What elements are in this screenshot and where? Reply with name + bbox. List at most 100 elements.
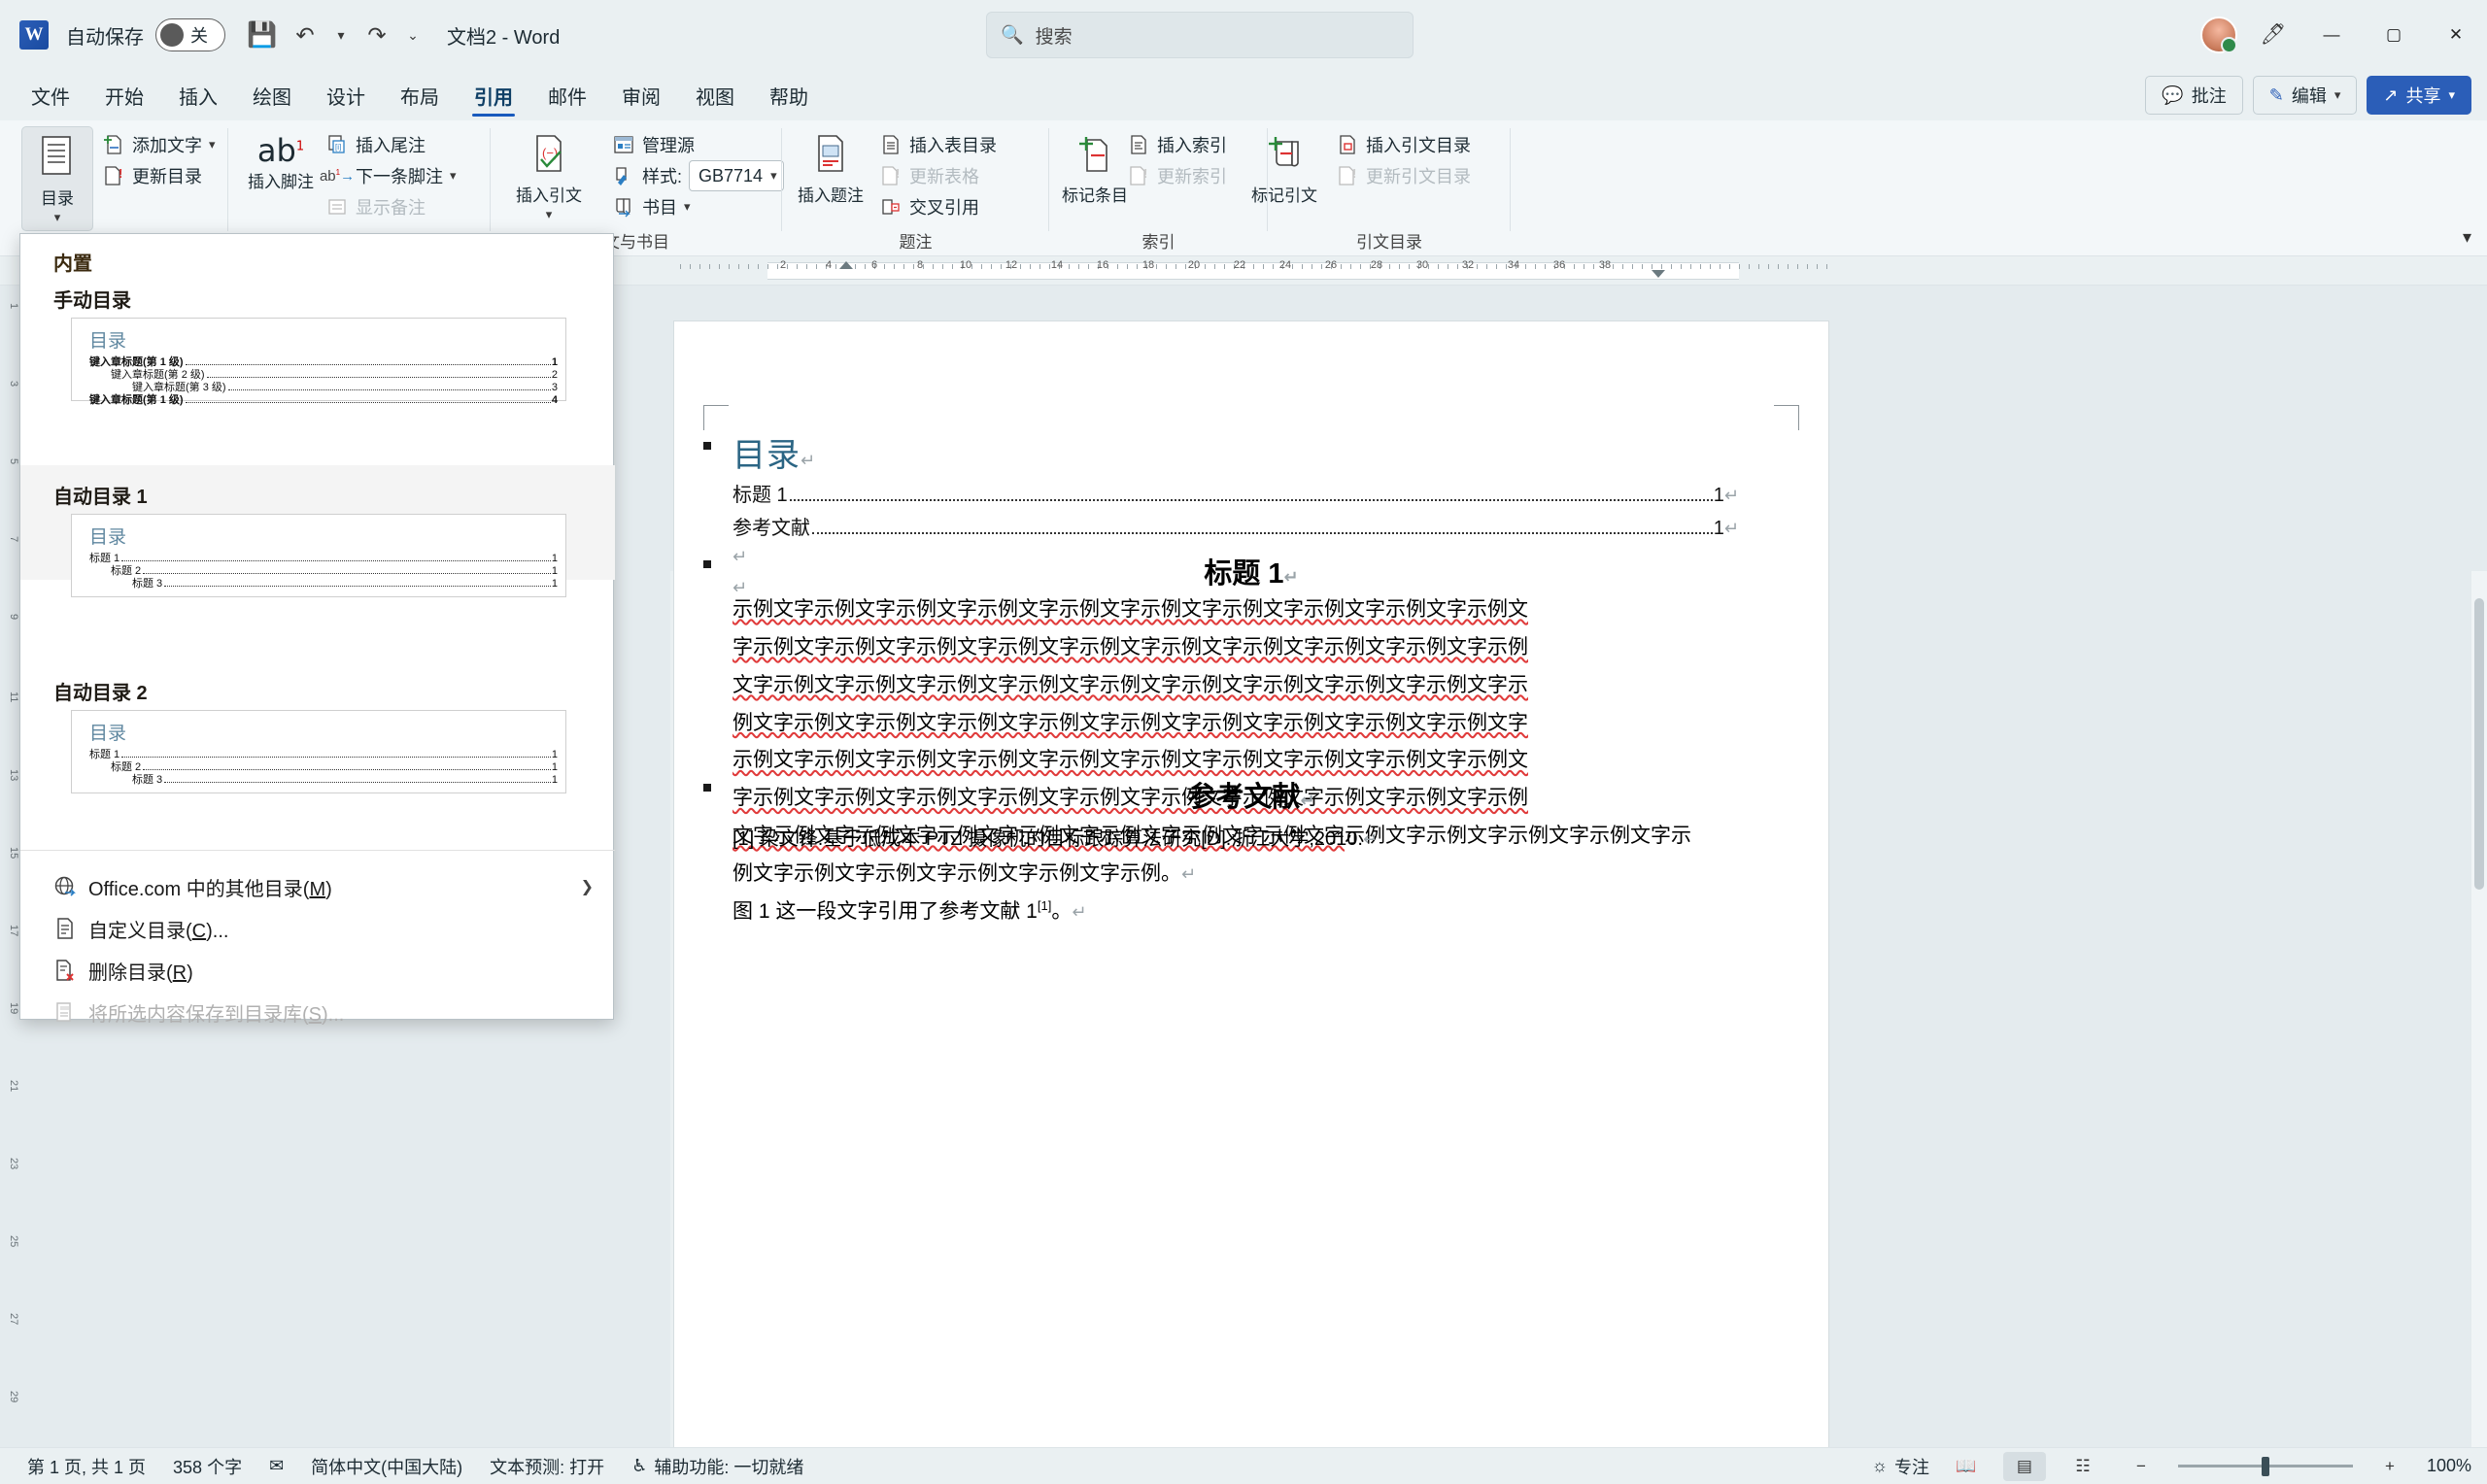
manage-sources-icon [612,133,635,156]
toc-gallery-dropdown[interactable]: 内置 手动目录目录键入章标题(第 1 级)1键入章标题(第 2 级)2键入章标题… [19,233,614,1020]
zoom-knob[interactable] [2262,1457,2269,1476]
add-text-icon [102,133,125,156]
autosave-toggle[interactable]: 关 [155,18,225,51]
tab-10[interactable]: 帮助 [752,74,826,117]
editing-button[interactable]: ✎编辑▾ [2253,76,2358,115]
tab-2[interactable]: 插入 [161,74,235,117]
button-label: 目录 [41,189,74,209]
comments-button[interactable]: 💬 批注 [2145,76,2242,115]
tab-3[interactable]: 绘图 [235,74,309,117]
word-count[interactable]: 358 个字 [173,1454,242,1479]
svg-text:[i]: [i] [335,143,341,152]
document-page[interactable]: 目录↵ 标题 1 1 ↵ 参考文献 1 ↵ ↵ ↵ [673,320,1829,1467]
chevron-down-icon[interactable]: ▾ [546,208,553,222]
next-footnote-button[interactable]: ab1→下一条脚注▾ [321,159,461,192]
minimize-button[interactable]: — [2300,0,2363,70]
gallery-item-preview-1[interactable]: 目录标题 11标题 21标题 31 [71,514,566,597]
print-layout-icon[interactable]: ▤ [2003,1452,2046,1481]
language-indicator[interactable]: 简体中文(中国大陆) [311,1454,462,1479]
menu-command-2[interactable]: 删除目录(R) [20,947,615,994]
zoom-slider[interactable] [2178,1452,2353,1481]
comment-icon: 💬 [2162,85,2183,106]
ruler-tick [1506,264,1507,269]
ruler-tick [1613,264,1614,269]
menu-command-0[interactable]: Office.com 中的其他目录(M)❯ [20,863,615,910]
word-logo-icon: W [19,20,49,50]
focus-mode-button[interactable]: ☼ 专注 [1871,1454,1929,1479]
gallery-item-preview-0[interactable]: 目录键入章标题(第 1 级)1键入章标题(第 2 级)2键入章标题(第 3 级)… [71,318,566,401]
manage-sources-button[interactable]: 管理源 [607,128,699,161]
insert-citation-button[interactable]: (−)插入引文▾ [513,126,585,231]
ruler-tick [1593,264,1594,269]
proofing-icon[interactable]: ✉ [269,1456,284,1476]
insert-table-of-figures-button[interactable]: 插入表目录 [874,128,1002,161]
menu-command-1[interactable]: 自定义目录(C)... [20,905,615,952]
update-toc-button[interactable]: !更新目录 [97,159,207,192]
insert-caption-button[interactable]: 插入题注 [795,126,867,231]
chevron-down-icon[interactable]: ▾ [209,137,216,152]
undo-icon[interactable]: ↶ [286,16,324,54]
zoom-in-button[interactable]: + [2368,1452,2411,1481]
doc-toc-entry[interactable]: 标题 1 1 ↵ [732,479,1739,507]
avatar[interactable] [2192,12,2246,58]
page-info[interactable]: 第 1 页, 共 1 页 [27,1454,146,1479]
tab-8[interactable]: 审阅 [604,74,678,117]
vertical-scrollbar[interactable] [2471,571,2487,1484]
gallery-item-preview-2[interactable]: 目录标题 11标题 21标题 31 [71,710,566,793]
first-line-indent-marker[interactable] [839,261,853,269]
tab-9[interactable]: 视图 [678,74,752,117]
chevron-down-icon[interactable]: ▾ [684,199,691,215]
chevron-down-icon[interactable]: ▾ [54,211,61,225]
tab-7[interactable]: 邮件 [530,74,604,117]
right-indent-marker[interactable] [1652,270,1665,278]
cross-reference-button[interactable]: 交叉引用 [874,190,984,223]
text-prediction-status[interactable]: 文本预测: 打开 [490,1454,604,1479]
doc-toc-entry[interactable]: 参考文献 1 ↵ [732,512,1739,540]
focus-icon: ☼ [1871,1456,1888,1476]
zoom-level[interactable]: 100% [2427,1456,2471,1476]
endnote-button[interactable]: [i]插入尾注 [321,128,430,161]
chevron-down-icon[interactable]: ▾ [450,168,457,184]
tab-4[interactable]: 设计 [309,74,383,117]
doc-reference-item[interactable]: [1] 梁文锋.基于低成本 PTZ 摄像机的目标跟踪算法研究[D].浙江大学,2… [732,823,1770,851]
doc-body-paragraph[interactable]: 示例文字示例文字示例文字示例文字示例文字示例文字示例文字示例文字示例文字示例文 … [732,591,1739,931]
ruler-tick [1020,264,1021,269]
qat-more-icon[interactable]: ⌄ [400,16,426,54]
tab-6[interactable]: 引用 [457,74,530,117]
style-button[interactable]: 样式:GB7714▾ [607,159,789,192]
save-icon[interactable]: 💾 [243,16,282,54]
endnote-icon: [i] [325,133,349,156]
web-layout-icon[interactable]: ☷ [2061,1452,2104,1481]
share-button[interactable]: ↗共享▾ [2367,76,2471,115]
body-line: 例文字示例文字示例文字示例文字示例文字示例文字示例文字示例文字示例文字示例文字 [732,705,1739,743]
toc-button[interactable]: 目录 ▾ [21,126,93,231]
tab-1[interactable]: 开始 [87,74,161,117]
footnote-button[interactable]: ab1插入脚注 [245,126,317,231]
mark-citation-button[interactable]: 标记引文 [1248,126,1320,231]
search-box[interactable]: 🔍 搜索 [986,12,1414,58]
close-button[interactable]: ✕ [2425,0,2487,70]
citation-style-select[interactable]: GB7714▾ [689,160,784,191]
button-label: 更新索引 [1157,163,1227,188]
add-text-button[interactable]: 添加文字▾ [97,128,221,161]
redo-icon[interactable]: ↷ [358,16,396,54]
accessibility-status[interactable]: ♿ 辅助功能: 一切就绪 [631,1454,803,1479]
mark-entry-button[interactable]: 标记条目 [1059,126,1131,231]
read-mode-icon[interactable]: 📖 [1945,1452,1988,1481]
ruler-tick [1030,264,1031,269]
undo-caret-icon[interactable]: ▾ [328,16,354,54]
zoom-out-button[interactable]: − [2120,1452,2163,1481]
comments-label: 批注 [2192,83,2227,108]
insert-table-of-authorities-button[interactable]: 插入引文目录 [1331,128,1476,161]
tab-0[interactable]: 文件 [14,74,87,117]
bibliography-button[interactable]: 书目▾ [607,190,696,223]
pen-icon[interactable]: 🖊 [2246,12,2300,58]
collapse-ribbon-icon[interactable]: ▾ [2463,227,2471,248]
footnote-ref[interactable]: [1] [1038,898,1051,913]
ruler-tick [1399,264,1400,269]
tab-5[interactable]: 布局 [383,74,457,117]
scrollbar-thumb[interactable] [2474,598,2484,890]
button-label: 下一条脚注 [356,163,443,188]
maximize-button[interactable]: ▢ [2363,0,2425,70]
insert-index-button[interactable]: 插入索引 [1122,128,1232,161]
